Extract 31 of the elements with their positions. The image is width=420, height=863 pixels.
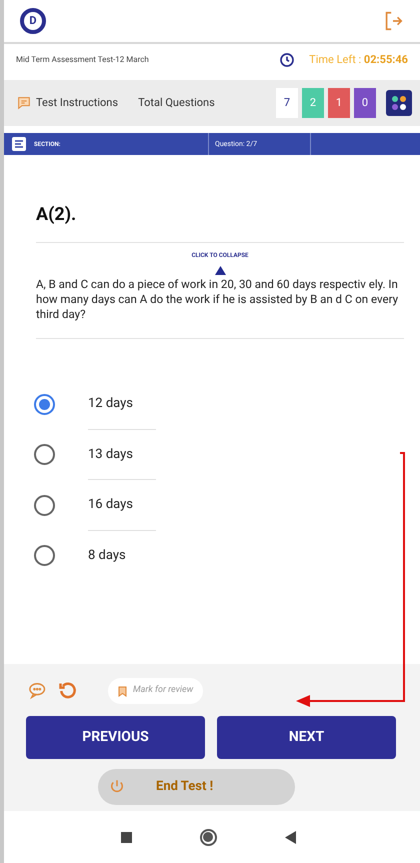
count-badge: 0 bbox=[354, 88, 376, 118]
option-label[interactable]: 16 days bbox=[88, 480, 156, 530]
bookmark-icon bbox=[118, 686, 127, 696]
reset-icon[interactable] bbox=[58, 681, 78, 701]
radio-button[interactable] bbox=[34, 444, 55, 466]
clock-icon bbox=[279, 52, 296, 68]
option-label[interactable]: 12 days bbox=[88, 379, 156, 430]
radio-button[interactable] bbox=[34, 545, 55, 566]
option-label[interactable]: 8 days bbox=[88, 530, 156, 581]
next-button[interactable]: NEXT bbox=[217, 716, 396, 759]
test-instructions-link[interactable]: Test Instructions bbox=[36, 94, 118, 112]
logo: D bbox=[20, 8, 46, 34]
count-badge: 7 bbox=[276, 88, 298, 118]
grid-icon[interactable] bbox=[386, 90, 412, 116]
list-icon bbox=[12, 137, 26, 151]
test-title: Mid Term Assessment Test-12 March bbox=[16, 54, 150, 66]
total-questions-label: Total Questions bbox=[138, 94, 215, 111]
option-label[interactable]: 13 days bbox=[88, 430, 156, 480]
count-badge: 1 bbox=[328, 88, 350, 118]
back-nav-button[interactable] bbox=[284, 830, 296, 844]
collapse-triangle-icon[interactable] bbox=[214, 266, 226, 275]
message-icon bbox=[16, 95, 32, 111]
radio-button[interactable] bbox=[34, 394, 55, 415]
home-nav-button[interactable] bbox=[200, 828, 216, 846]
square-nav-button[interactable] bbox=[120, 832, 132, 842]
question-text: A, B and C can do a piece of work in 20, 30 and 60 days respectiv ely. In how many days can A do the work if he is assisted by B an d C on every third day? bbox=[36, 277, 404, 339]
previous-button[interactable]: PREVIOUS bbox=[26, 716, 205, 759]
count-badge: 2 bbox=[302, 88, 324, 118]
question-number: A(2). bbox=[36, 201, 404, 243]
radio-button[interactable] bbox=[34, 494, 55, 516]
time-left: Time Left : 02:55:46 bbox=[309, 52, 408, 68]
